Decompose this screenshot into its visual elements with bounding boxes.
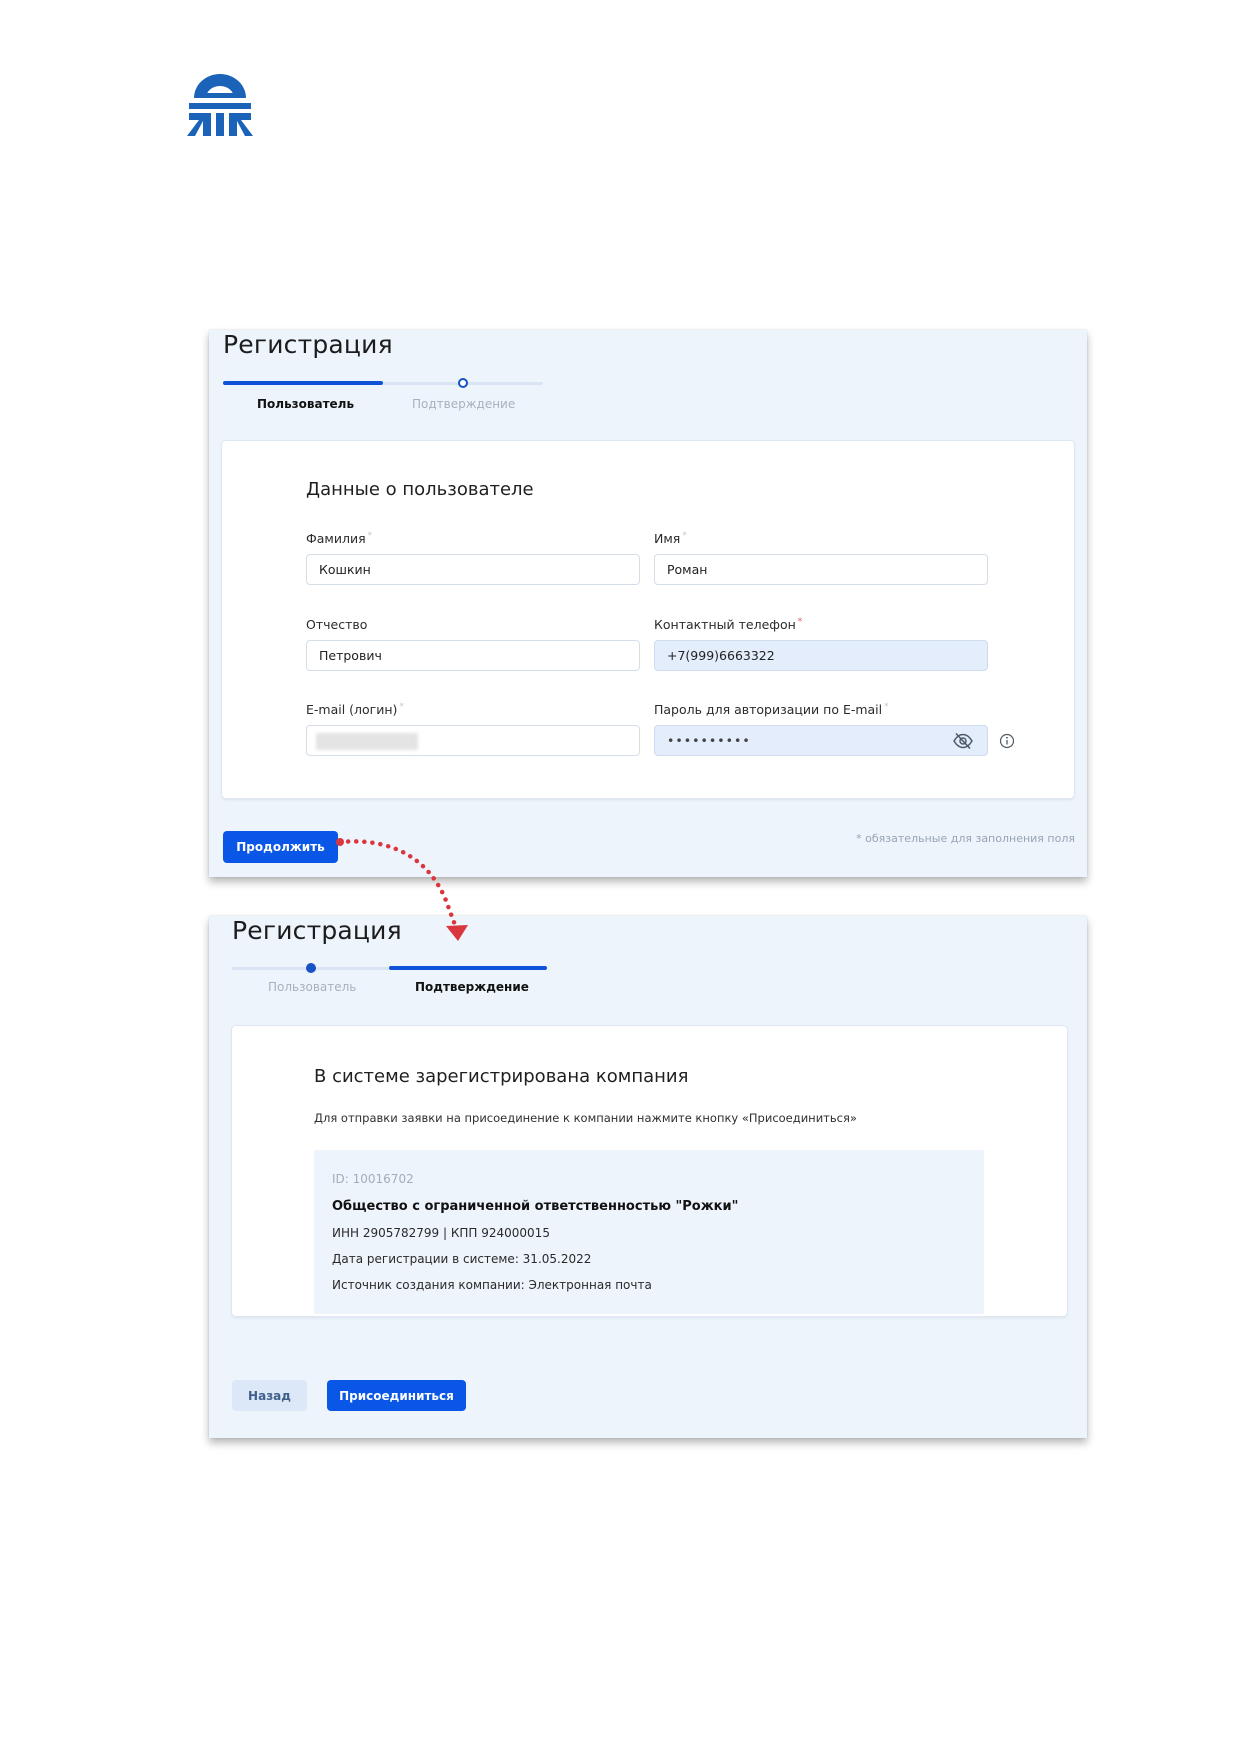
password-label: Пароль для авторизации по E-mail * bbox=[654, 702, 889, 717]
first-name-label: Имя * bbox=[654, 531, 687, 546]
company-name: Общество с ограниченной ответственностью… bbox=[332, 1199, 739, 1214]
step-bar-confirm bbox=[389, 966, 547, 970]
eye-slash-icon[interactable] bbox=[953, 732, 973, 750]
first-name-input[interactable]: Роман bbox=[654, 554, 988, 585]
card-title: В системе зарегистрирована компания bbox=[314, 1066, 689, 1087]
step-dot-confirm bbox=[458, 378, 468, 388]
page-title: Регистрация bbox=[223, 330, 393, 359]
company-card: В системе зарегистрирована компания Для … bbox=[232, 1026, 1067, 1316]
dotted-arrow bbox=[336, 838, 468, 941]
join-description: Для отправки заявки на присоединение к к… bbox=[314, 1111, 857, 1125]
registration-panel-confirm: Регистрация Пользователь Подтверждение В… bbox=[209, 916, 1087, 1438]
required-fields-note: * обязательные для заполнения поля bbox=[856, 832, 1075, 845]
last-name-input[interactable]: Кошкин bbox=[306, 554, 640, 585]
password-input[interactable]: •••••••••• bbox=[654, 725, 988, 756]
info-icon[interactable] bbox=[999, 733, 1015, 749]
company-inn-kpp: ИНН 2905782799 | КПП 924000015 bbox=[332, 1226, 550, 1240]
company-reg-date: Дата регистрации в системе: 31.05.2022 bbox=[332, 1252, 592, 1266]
company-source: Источник создания компании: Электронная … bbox=[332, 1278, 652, 1292]
company-logo bbox=[187, 74, 253, 136]
phone-label: Контактный телефон * bbox=[654, 617, 803, 632]
card-title: Данные о пользователе bbox=[306, 479, 534, 500]
password-value: •••••••••• bbox=[667, 733, 751, 748]
company-info: ID: 10016702 Общество с ограниченной отв… bbox=[314, 1150, 984, 1314]
step-user[interactable]: Пользователь bbox=[268, 980, 356, 994]
email-label: E-mail (логин) * bbox=[306, 702, 404, 717]
step-bar-user bbox=[223, 381, 383, 385]
middle-name-input[interactable]: Петрович bbox=[306, 640, 640, 671]
step-user[interactable]: Пользователь bbox=[257, 397, 354, 411]
email-redacted bbox=[316, 733, 418, 750]
last-name-label: Фамилия * bbox=[306, 531, 373, 546]
company-id: ID: 10016702 bbox=[332, 1172, 414, 1186]
user-data-card: Данные о пользователе Фамилия * Кошкин Им… bbox=[222, 441, 1074, 798]
middle-name-label: Отчество bbox=[306, 617, 368, 632]
continue-button[interactable]: Продолжить bbox=[223, 831, 338, 863]
step-confirm[interactable]: Подтверждение bbox=[412, 397, 515, 411]
registration-panel-user: Регистрация Пользователь Подтверждение Д… bbox=[209, 330, 1087, 877]
step-confirm[interactable]: Подтверждение bbox=[415, 980, 529, 994]
phone-input[interactable]: +7(999)6663322 bbox=[654, 640, 988, 671]
step-dot-user bbox=[306, 963, 316, 973]
email-input[interactable] bbox=[306, 725, 640, 756]
join-button[interactable]: Присоединиться bbox=[327, 1380, 466, 1411]
back-button[interactable]: Назад bbox=[232, 1380, 307, 1411]
